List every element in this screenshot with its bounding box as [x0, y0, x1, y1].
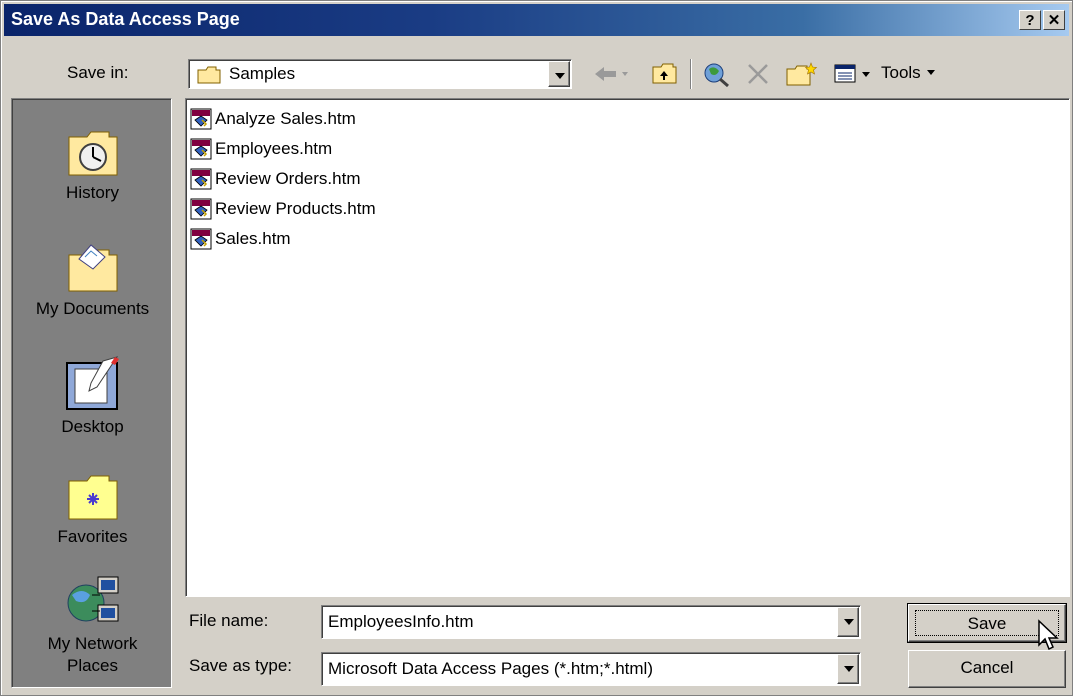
place-my-documents[interactable]: My Documents: [12, 241, 173, 319]
cancel-button[interactable]: Cancel: [908, 650, 1066, 688]
place-favorites[interactable]: Favorites: [12, 471, 173, 547]
place-my-network-places[interactable]: My Network Places: [12, 575, 173, 677]
file-name: Sales.htm: [215, 229, 291, 248]
file-name-dropdown-button[interactable]: [837, 607, 859, 637]
new-folder-icon[interactable]: [785, 61, 819, 87]
data-access-page-icon: [190, 138, 212, 160]
title-bar[interactable]: Save As Data Access Page ? ✕: [4, 4, 1069, 36]
window-title: Save As Data Access Page: [11, 9, 240, 29]
file-name: Review Products.htm: [215, 199, 376, 218]
list-item[interactable]: Review Orders.htm: [190, 165, 360, 193]
save-in-dropdown-button[interactable]: [548, 61, 570, 87]
places-bar: History My Documents Desktop Favorites M…: [11, 98, 172, 688]
mouse-cursor-icon: [1038, 619, 1059, 651]
data-access-page-icon: [190, 228, 212, 250]
delete-icon[interactable]: [745, 61, 771, 87]
place-label: Desktop: [61, 417, 124, 436]
data-access-page-icon: [190, 198, 212, 220]
list-item[interactable]: Review Products.htm: [190, 195, 376, 223]
save-in-combo[interactable]: Samples: [188, 59, 572, 89]
save-type-select[interactable]: Microsoft Data Access Pages (*.htm;*.htm…: [321, 652, 861, 686]
save-type-label: Save as type:: [189, 656, 293, 675]
up-folder-icon[interactable]: [651, 61, 679, 87]
data-access-page-icon: [190, 108, 212, 130]
place-history[interactable]: History: [12, 127, 173, 203]
file-name: Analyze Sales.htm: [215, 109, 356, 128]
save-type-value: Microsoft Data Access Pages (*.htm;*.htm…: [328, 659, 653, 678]
file-name-field[interactable]: EmployeesInfo.htm: [321, 605, 861, 639]
place-label: Favorites: [57, 527, 128, 546]
file-list[interactable]: Analyze Sales.htm Employees.htm Review O…: [185, 98, 1070, 597]
search-web-icon[interactable]: [701, 61, 731, 87]
file-name: Review Orders.htm: [215, 169, 361, 188]
list-item[interactable]: Employees.htm: [190, 135, 332, 163]
chevron-down-icon: [926, 70, 935, 75]
tools-menu[interactable]: Tools: [881, 63, 939, 83]
place-label: My Documents: [35, 299, 150, 318]
network-places-icon: [67, 576, 118, 622]
save-in-value: Samples: [229, 64, 296, 83]
file-name-value[interactable]: EmployeesInfo.htm: [328, 612, 474, 632]
file-name-label: File name:: [189, 611, 269, 630]
place-label: My Network Places: [47, 634, 138, 675]
folder-icon: [197, 66, 221, 84]
data-access-page-icon: [190, 168, 212, 190]
cancel-button-label: Cancel: [960, 658, 1014, 677]
tools-label: Tools: [881, 63, 921, 82]
save-in-label: Save in:: [67, 63, 128, 83]
my-documents-icon: [68, 244, 117, 292]
place-label: History: [66, 183, 119, 202]
favorites-icon: [68, 475, 117, 520]
back-arrow-icon[interactable]: [591, 61, 631, 87]
list-item[interactable]: Analyze Sales.htm: [190, 105, 356, 133]
close-button[interactable]: ✕: [1043, 10, 1065, 30]
help-button[interactable]: ?: [1019, 10, 1041, 30]
save-as-dialog: Save As Data Access Page ? ✕ Save in: Sa…: [0, 0, 1073, 696]
list-item[interactable]: Sales.htm: [190, 225, 291, 253]
save-type-dropdown-button[interactable]: [837, 654, 859, 684]
history-icon: [68, 131, 117, 176]
save-button-label: Save: [967, 614, 1007, 633]
views-icon[interactable]: [833, 61, 877, 87]
file-name: Employees.htm: [215, 139, 333, 158]
place-desktop[interactable]: Desktop: [12, 355, 173, 437]
toolbar-separator: [690, 59, 692, 89]
desktop-icon: [65, 356, 119, 410]
save-in-label-text: Save in:: [67, 63, 129, 82]
